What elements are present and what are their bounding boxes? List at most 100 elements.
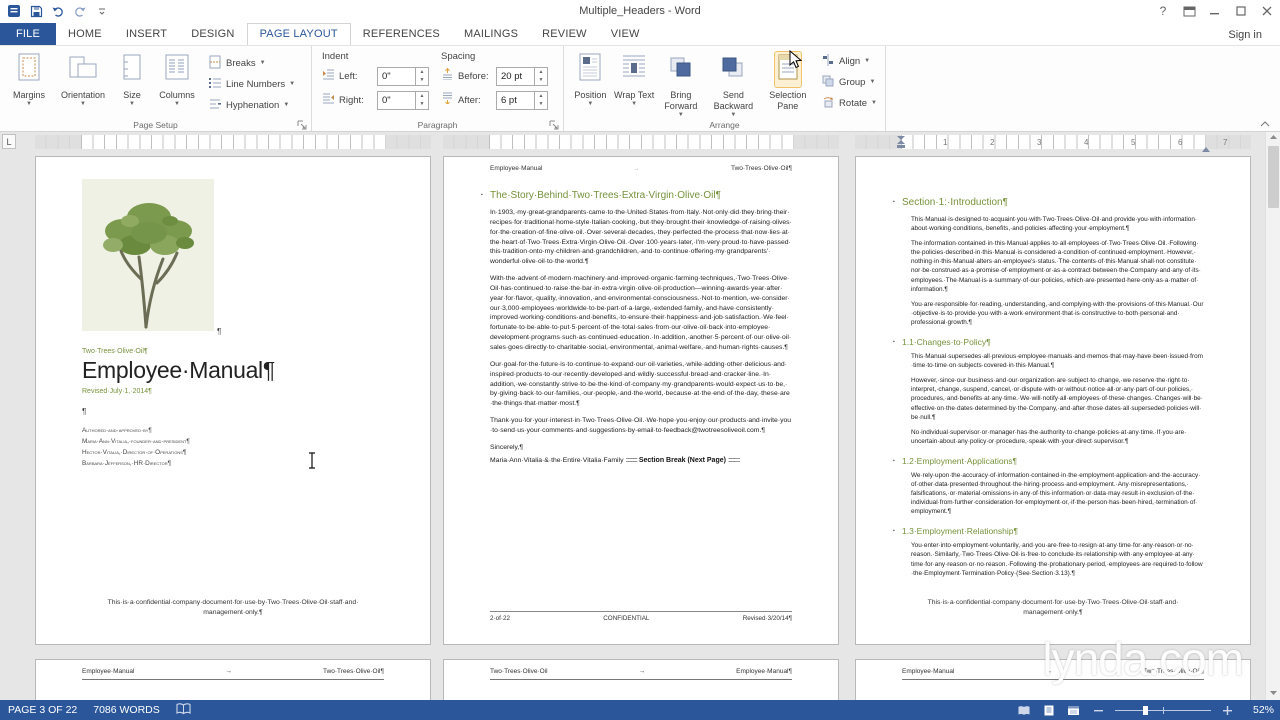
- page-1[interactable]: ¶ Two​·​Trees​·​Olive​·​Oil¶ Employee​·​…: [35, 156, 431, 645]
- tab-references[interactable]: REFERENCES: [351, 24, 452, 45]
- columns-button[interactable]: Columns ▼: [152, 49, 202, 119]
- spinner-arrows-icon[interactable]: ▲ ▼: [534, 91, 547, 109]
- breaks-button[interactable]: Breaks ▼: [208, 55, 295, 71]
- tab-mailings[interactable]: MAILINGS: [452, 24, 530, 45]
- subsection-heading: ▪ 1.2​·​Employment​·​Applications¶: [893, 455, 1018, 466]
- ribbon-display-options-icon[interactable]: [1176, 0, 1202, 22]
- selection-pane-button[interactable]: Selection Pane: [761, 49, 815, 119]
- web-layout-icon[interactable]: [1065, 703, 1082, 717]
- tab-home[interactable]: HOME: [56, 24, 114, 45]
- rotate-button[interactable]: Rotate ▼: [821, 95, 877, 111]
- sign-in-link[interactable]: Sign in: [1228, 29, 1262, 41]
- close-button[interactable]: [1254, 0, 1280, 22]
- print-layout-icon[interactable]: [1040, 703, 1057, 717]
- vertical-scrollbar[interactable]: [1265, 132, 1280, 700]
- body-paragraph: However,​·​since​·​our​·​business​·​and​…: [911, 377, 1203, 421]
- body-paragraph: This​·​Manual​·​supersedes​·​all​·​previ…: [911, 353, 1203, 370]
- body-paragraph: In​·​1903,​·​my​·​great-grandparents​·​c…: [490, 209, 792, 266]
- dropdown-caret-icon: ▼: [631, 100, 638, 107]
- title-bar: Multiple_Headers - Word ?: [0, 0, 1280, 22]
- document-title: Multiple_Headers - Word: [579, 5, 701, 17]
- tab-review[interactable]: REVIEW: [530, 24, 599, 45]
- pilcrow-mark: ¶: [217, 327, 222, 336]
- line-numbers-icon: [208, 76, 222, 93]
- send-backward-button[interactable]: Send Backward ▼: [706, 49, 760, 119]
- ruler-segment-page3[interactable]: 1 2 3 4 5 6 7: [855, 135, 1251, 152]
- group-objects-button[interactable]: Group ▼: [821, 74, 877, 90]
- spinner-arrows-icon[interactable]: ▲ ▼: [415, 91, 428, 109]
- document-canvas[interactable]: ¶ Two​·​Trees​·​Olive​·​Oil¶ Employee​·​…: [0, 152, 1265, 700]
- confidential-note: This​·​is​·​a​·​confidential​·​company​·…: [107, 598, 359, 616]
- scrollbar-thumb[interactable]: [1268, 146, 1279, 208]
- line-numbers-button[interactable]: Line Numbers ▼: [208, 76, 295, 92]
- dropdown-caret-icon: ▼: [871, 100, 877, 106]
- spinner-arrows-icon[interactable]: ▲ ▼: [534, 67, 547, 85]
- page-2[interactable]: Employee​·​Manual → Two​·​Trees​·​Olive​…: [443, 156, 839, 645]
- scroll-down-icon[interactable]: [1266, 690, 1280, 698]
- collapse-ribbon-icon[interactable]: [1260, 120, 1270, 129]
- body-paragraph: We​·​rely​·​upon​·​the​·​accuracy​·​of​·…: [911, 471, 1201, 516]
- group-label-paragraph: Paragraph: [417, 120, 458, 130]
- paragraph-dialog-launcher-icon[interactable]: [549, 118, 560, 130]
- dropdown-caret-icon: ▼: [864, 58, 871, 64]
- group-objects-icon: [821, 74, 835, 91]
- authors-block: Authored​·​and​·​approved​·​by¶ Maria​·​…: [82, 427, 190, 467]
- tab-file[interactable]: FILE: [0, 23, 57, 45]
- page-header[interactable]: Two​·​Trees​·​Olive​·​Oil → Employee​·​M…: [490, 668, 792, 680]
- help-icon[interactable]: ?: [1150, 0, 1176, 22]
- zoom-slider-thumb[interactable]: [1143, 706, 1148, 715]
- ruler-segment-page2[interactable]: [443, 135, 839, 149]
- body-paragraph: The​·​information​·​contained​·​in​·​thi…: [911, 240, 1201, 293]
- confidential-note: This​·​is​·​a​·​confidential​·​company​·…: [927, 598, 1179, 616]
- page-5[interactable]: Two​·​Trees​·​Olive​·​Oil → Employee​·​M…: [443, 659, 839, 700]
- rotate-icon: [821, 95, 835, 112]
- hyphenation-icon: [208, 97, 222, 114]
- page-setup-dialog-launcher-icon[interactable]: [297, 118, 308, 130]
- proofing-icon[interactable]: [176, 702, 191, 718]
- page-header[interactable]: Employee​·​Manual → Two​·​Trees​·​Olive​…: [82, 668, 384, 680]
- tab-view[interactable]: VIEW: [599, 24, 652, 45]
- group-label-arrange: Arrange: [709, 120, 740, 130]
- position-button[interactable]: Position ▼: [568, 49, 613, 119]
- maximize-button[interactable]: [1228, 0, 1254, 22]
- align-button[interactable]: Align ▼: [821, 53, 877, 69]
- spacing-before-input[interactable]: 20 pt ▲ ▼: [496, 66, 548, 86]
- size-button[interactable]: Size ▼: [112, 49, 152, 119]
- wrap-text-button[interactable]: Wrap Text ▼: [613, 49, 656, 119]
- scroll-up-icon[interactable]: [1266, 134, 1280, 142]
- orientation-button[interactable]: Orientation ▼: [54, 49, 112, 119]
- ruler-segment-page1[interactable]: [35, 135, 431, 149]
- zoom-out-button[interactable]: [1090, 703, 1107, 717]
- lynda-watermark: lynda.com: [1042, 633, 1244, 685]
- spinner-arrows-icon[interactable]: ▲ ▼: [415, 67, 428, 85]
- zoom-percent[interactable]: 52%: [1244, 704, 1274, 716]
- olive-tree-image[interactable]: [82, 179, 214, 336]
- word-count[interactable]: 7086 WORDS: [93, 704, 160, 716]
- page-4[interactable]: Employee​·​Manual → Two​·​Trees​·​Olive​…: [35, 659, 431, 700]
- tab-design[interactable]: DESIGN: [179, 24, 246, 45]
- bring-forward-button[interactable]: Bring Forward ▼: [656, 49, 707, 119]
- page-header[interactable]: Employee​·​Manual → Two​·​Trees​·​Olive​…: [444, 157, 838, 172]
- page-footer[interactable]: 2​·​of​·​22 CONFIDENTIAL Revised​·​3/20/…: [490, 611, 792, 622]
- tab-page-layout[interactable]: PAGE LAYOUT: [246, 23, 351, 45]
- zoom-slider[interactable]: [1115, 703, 1211, 717]
- horizontal-ruler[interactable]: L 1 2 3 4 5 6 7: [0, 132, 1265, 152]
- group-page-setup: Margins ▼ Orientation ▼ Size ▼ Columns ▼…: [0, 46, 312, 131]
- word-window: Multiple_Headers - Word ? FILE HOME INSE…: [0, 0, 1280, 720]
- read-mode-icon[interactable]: [1015, 703, 1032, 717]
- tab-insert[interactable]: INSERT: [114, 24, 179, 45]
- indent-right-input[interactable]: 0" ▲ ▼: [377, 90, 429, 110]
- hyphenation-button[interactable]: Hyphenation ▼: [208, 97, 295, 113]
- indent-left-input[interactable]: 0" ▲ ▼: [377, 66, 429, 86]
- page-indicator[interactable]: PAGE 3 OF 22: [8, 704, 77, 716]
- tab-stop-selector[interactable]: L: [2, 134, 16, 149]
- zoom-in-button[interactable]: [1219, 703, 1236, 717]
- minimize-button[interactable]: [1202, 0, 1228, 22]
- dropdown-caret-icon: ▼: [869, 79, 876, 85]
- page-3[interactable]: ▪ Section​·​1:​·​Introduction¶ This​·​Ma…: [855, 156, 1251, 645]
- body-paragraph: You​·​enter​·​into​·​employment​·​volunt…: [911, 542, 1203, 577]
- breaks-icon: [208, 55, 222, 72]
- body-paragraph: Our​·​goal​·​for​·​the​·​future​·​is​·​t…: [490, 360, 790, 408]
- margins-button[interactable]: Margins ▼: [4, 49, 54, 119]
- spacing-after-input[interactable]: 6 pt ▲ ▼: [496, 90, 548, 110]
